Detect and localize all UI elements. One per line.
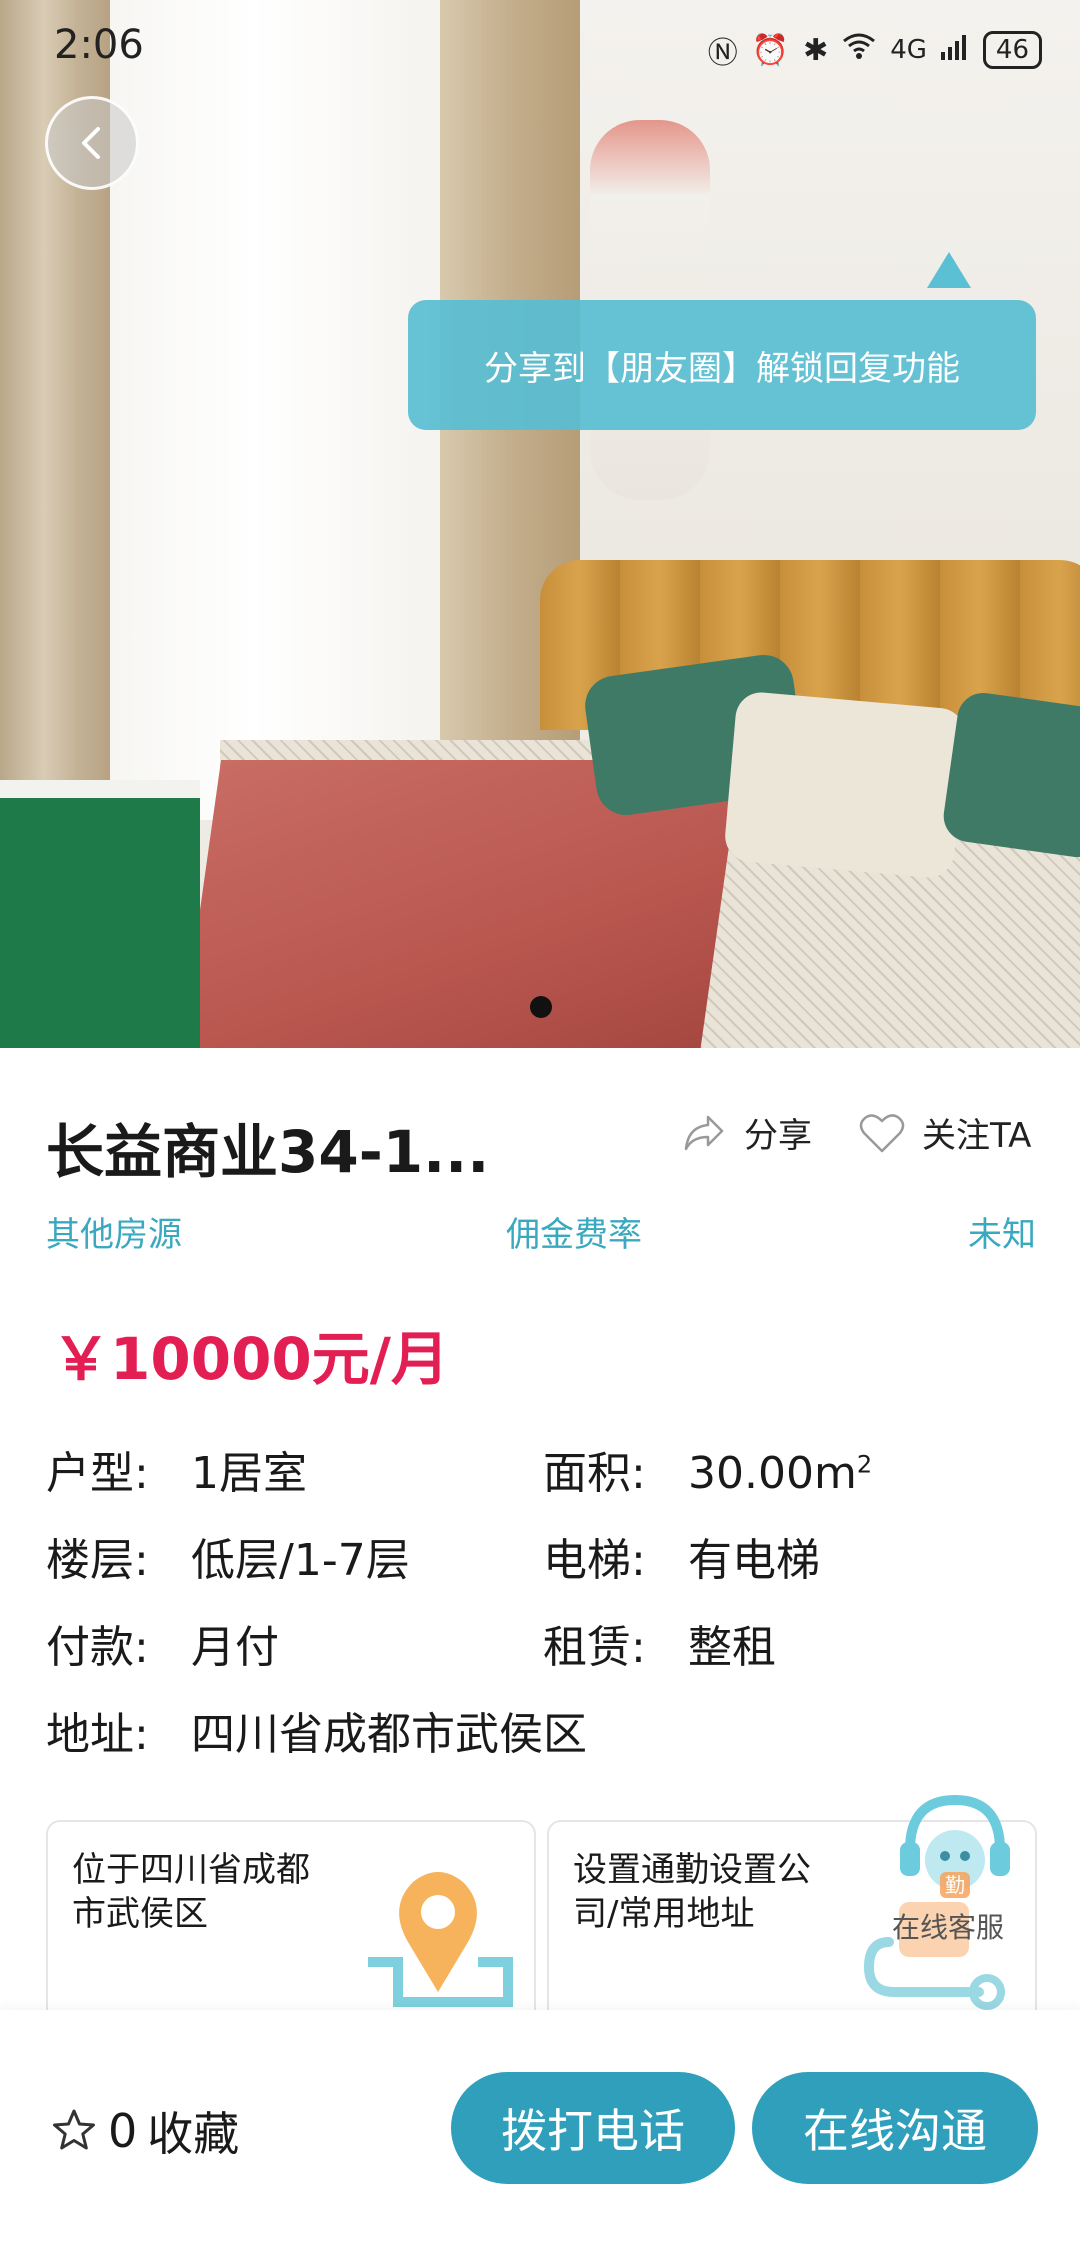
listing-photo[interactable] bbox=[0, 0, 1080, 1048]
commission-label: 佣金费率 bbox=[506, 1215, 642, 1255]
back-button[interactable] bbox=[45, 96, 139, 190]
commute-card-text: 设置通勤设置公司/常用地址 bbox=[573, 1850, 811, 1934]
call-button[interactable]: 拨打电话 bbox=[451, 2072, 735, 2184]
customer-service-label: 在线客服 bbox=[892, 1911, 1005, 1944]
share-label: 分享 bbox=[744, 1116, 812, 1156]
follow-label: 关注TA bbox=[922, 1116, 1032, 1156]
detail-label: 电梯: bbox=[543, 1535, 646, 1586]
follow-button[interactable]: 关注TA bbox=[858, 1108, 1031, 1157]
detail-address: 地址: 四川省成都市武侯区 bbox=[46, 1698, 587, 1762]
share-button[interactable]: 分享 bbox=[682, 1108, 812, 1157]
status-time: 2:06 bbox=[54, 22, 144, 68]
detail-label: 付款: bbox=[46, 1622, 149, 1673]
network-label: 4G bbox=[890, 35, 927, 65]
detail-layout: 户型: 1居室 bbox=[46, 1437, 307, 1501]
tooltip-arrow bbox=[927, 252, 971, 288]
heart-icon bbox=[859, 1113, 905, 1152]
photo-desk bbox=[0, 780, 200, 1048]
bluetooth-icon: ✱ bbox=[803, 32, 829, 68]
listing-title: 长益商业34-1... bbox=[46, 1118, 490, 1186]
detail-value: 30.00m bbox=[688, 1448, 857, 1499]
price: ￥10000元/月 bbox=[52, 1325, 449, 1393]
bottom-action-bar: 0 收藏 拨打电话 在线沟通 bbox=[0, 2010, 1080, 2244]
alarm-icon: ⏰ bbox=[751, 32, 790, 68]
customer-service-icon: 勤 bbox=[900, 1794, 1010, 1898]
favorite-button[interactable]: 0 收藏 bbox=[50, 2098, 239, 2164]
battery-indicator: 46 bbox=[982, 31, 1042, 69]
status-bar: 2:06 Ⓝ ⏰ ✱ 4G 46 bbox=[0, 0, 1080, 100]
favorite-count: 0 bbox=[108, 2104, 138, 2158]
detail-value: 有电梯 bbox=[688, 1535, 820, 1586]
photo-pillow bbox=[723, 690, 967, 880]
detail-value: 四川省成都市武侯区 bbox=[191, 1709, 587, 1760]
wifi-icon bbox=[842, 32, 876, 68]
status-icons: Ⓝ ⏰ ✱ 4G 46 bbox=[708, 28, 1042, 72]
service-badge: 勤 bbox=[945, 1873, 965, 1897]
detail-area: 面积: 30.00m2 bbox=[543, 1437, 872, 1501]
detail-payment: 付款: 月付 bbox=[46, 1611, 279, 1675]
detail-unit-superscript: 2 bbox=[856, 1450, 873, 1479]
photo-pillow bbox=[940, 689, 1080, 861]
location-pin-icon bbox=[368, 1872, 513, 2007]
nfc-icon: Ⓝ bbox=[707, 36, 738, 71]
detail-label: 面积: bbox=[543, 1448, 646, 1499]
detail-value: 1居室 bbox=[191, 1448, 307, 1499]
detail-label: 租赁: bbox=[543, 1622, 646, 1673]
star-icon bbox=[53, 2109, 95, 2150]
back-icon bbox=[82, 127, 100, 159]
share-icon bbox=[684, 1115, 724, 1150]
location-card-text: 位于四川省成都市武侯区 bbox=[72, 1850, 310, 1934]
listing-source: 其他房源 bbox=[46, 1215, 182, 1255]
customer-service-button[interactable]: 勤 在线客服 bbox=[880, 1780, 1030, 1944]
detail-value: 低层/1-7层 bbox=[191, 1535, 410, 1586]
detail-value: 整租 bbox=[688, 1622, 776, 1673]
share-tooltip[interactable]: 分享到【朋友圈】解锁回复功能 bbox=[408, 300, 1036, 430]
detail-elevator: 电梯: 有电梯 bbox=[543, 1524, 820, 1588]
carousel-indicator bbox=[530, 996, 552, 1018]
signal-icon bbox=[940, 33, 969, 68]
commission-value: 未知 bbox=[968, 1215, 1036, 1255]
detail-lease: 租赁: 整租 bbox=[543, 1611, 776, 1675]
favorite-label: 收藏 bbox=[147, 2107, 240, 2161]
detail-label: 楼层: bbox=[46, 1535, 149, 1586]
detail-label: 地址: bbox=[46, 1709, 149, 1760]
detail-label: 户型: bbox=[46, 1448, 149, 1499]
detail-floor: 楼层: 低层/1-7层 bbox=[46, 1524, 410, 1588]
online-chat-button[interactable]: 在线沟通 bbox=[752, 2072, 1038, 2184]
detail-value: 月付 bbox=[191, 1622, 279, 1673]
